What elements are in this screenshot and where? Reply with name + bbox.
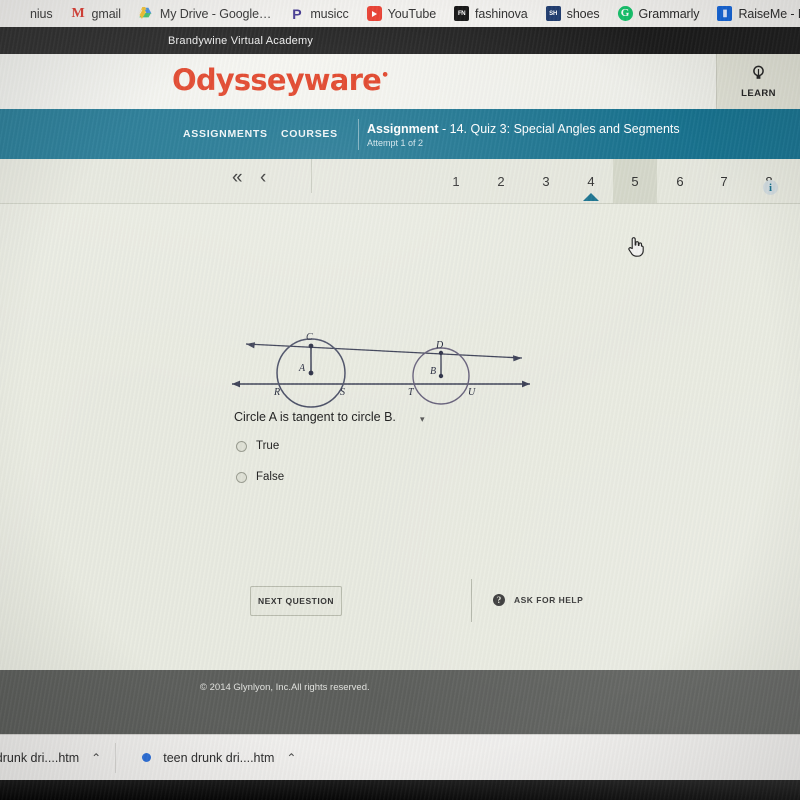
bookmark-label: fashinova bbox=[475, 6, 528, 21]
download-filename: teen drunk dri....htm bbox=[0, 750, 80, 765]
radio-button-false[interactable] bbox=[236, 471, 247, 483]
google-drive-icon bbox=[139, 6, 154, 21]
bookmark-label: Grammarly bbox=[638, 6, 700, 21]
pager-divider bbox=[311, 159, 312, 193]
radio-button-true[interactable] bbox=[236, 440, 247, 452]
youtube-icon bbox=[366, 6, 382, 21]
main-navbar: ASSIGNMENTS COURSES Assignment - 14. Qui… bbox=[0, 109, 800, 159]
pandora-icon: P bbox=[292, 6, 302, 21]
browser-bookmarks-bar: nius M gmail My Drive - Google… P musicc bbox=[0, 0, 800, 27]
attempt-label: Attempt 1 of 2 bbox=[367, 138, 424, 148]
answer-option-label: True bbox=[256, 440, 280, 452]
next-question-button[interactable]: NEXT QUESTION bbox=[250, 586, 342, 616]
pager-prev-button[interactable]: ‹ bbox=[260, 168, 266, 187]
photo-of-screen: nius M gmail My Drive - Google… P musicc bbox=[0, 0, 800, 800]
tab-courses[interactable]: COURSES bbox=[281, 128, 338, 140]
pager-current-marker bbox=[583, 193, 599, 201]
bookmark-item-nius[interactable]: nius bbox=[0, 0, 62, 27]
pager-page-7[interactable]: 7 bbox=[702, 159, 746, 203]
bookmark-label: nius bbox=[30, 6, 53, 21]
pager-page-2[interactable]: 2 bbox=[479, 159, 523, 203]
bookmark-label: YouTube bbox=[387, 6, 437, 21]
brand-header: Odysseyware• LEARN bbox=[0, 54, 800, 109]
school-banner: Brandywine Virtual Academy bbox=[0, 27, 800, 54]
download-status-dot bbox=[142, 753, 152, 762]
question-body: C D A B R S T U Circle A is tangent to c… bbox=[0, 204, 800, 670]
web-page: Brandywine Virtual Academy Odysseyware• … bbox=[0, 27, 800, 734]
fashionnova-icon: FN bbox=[454, 6, 470, 21]
generic-icon bbox=[9, 6, 24, 21]
page-footer: © 2014 Glynlyon, Inc.All rights reserved… bbox=[0, 670, 800, 734]
download-item[interactable]: teen drunk dri....htm ⌃ bbox=[116, 735, 310, 781]
answer-option-true[interactable]: True bbox=[236, 440, 279, 452]
ask-for-help-label: ASK FOR HELP bbox=[514, 595, 584, 605]
pager-first-button[interactable]: « bbox=[232, 168, 243, 187]
chevron-down-icon: ▾ bbox=[420, 414, 425, 424]
svg-text:D: D bbox=[435, 340, 444, 351]
school-name: Brandywine Virtual Academy bbox=[168, 34, 314, 47]
question-prompt: Circle A is tangent to circle B. bbox=[234, 410, 396, 424]
svg-text:B: B bbox=[430, 366, 436, 377]
action-row-divider bbox=[471, 579, 472, 622]
learn-button[interactable]: LEARN bbox=[716, 54, 800, 109]
assignment-prefix: Assignment bbox=[367, 122, 439, 136]
logo-text: Odysseyware bbox=[172, 63, 382, 97]
copyright-text: © 2014 Glynlyon, Inc.All rights reserved… bbox=[200, 682, 370, 693]
bookmark-item-my-drive[interactable]: My Drive - Google… bbox=[130, 0, 280, 27]
ask-for-help-button[interactable]: ? ASK FOR HELP bbox=[493, 594, 583, 606]
raiseme-icon: ▮ bbox=[717, 6, 733, 21]
pager-page-5[interactable]: 5 bbox=[613, 159, 657, 203]
pager-page-1[interactable]: 1 bbox=[434, 159, 478, 203]
answer-option-label: False bbox=[256, 471, 285, 483]
bookmark-label: musicc bbox=[310, 6, 349, 21]
bookmark-label: RaiseMe - Bl bbox=[738, 6, 800, 21]
download-filename: teen drunk dri....htm bbox=[163, 750, 275, 765]
geometry-diagram: C D A B R S T U bbox=[228, 326, 538, 411]
download-item[interactable]: teen drunk dri....htm ⌃ bbox=[0, 735, 115, 781]
logo-registered-mark: • bbox=[380, 68, 389, 84]
navbar-divider bbox=[358, 119, 359, 150]
assignment-name: - 14. Quiz 3: Special Angles and Segment… bbox=[438, 122, 680, 136]
bookmark-item-shoes[interactable]: SH shoes bbox=[537, 0, 609, 27]
bookmark-label: shoes bbox=[566, 6, 600, 21]
bookmark-item-raiseme[interactable]: ▮ RaiseMe - Bl bbox=[708, 0, 800, 27]
pager-page-6[interactable]: 6 bbox=[658, 159, 702, 203]
info-icon[interactable]: i bbox=[763, 180, 778, 195]
question-pager: « ‹ 1 2 3 4 5 6 7 8 bbox=[0, 159, 800, 204]
chevron-up-icon[interactable]: ⌃ bbox=[91, 751, 101, 765]
odysseyware-logo[interactable]: Odysseyware• bbox=[172, 63, 389, 97]
learn-button-label: LEARN bbox=[741, 87, 776, 99]
pager-page-3[interactable]: 3 bbox=[524, 159, 568, 203]
lightbulb-icon bbox=[752, 65, 765, 85]
bookmark-item-gmail[interactable]: M gmail bbox=[62, 0, 130, 27]
svg-text:A: A bbox=[298, 363, 306, 374]
bookmark-label: gmail bbox=[91, 6, 121, 21]
gmail-icon: M bbox=[71, 6, 85, 21]
bookmark-item-youtube[interactable]: YouTube bbox=[358, 0, 445, 27]
svg-text:C: C bbox=[306, 332, 313, 343]
tab-assignments[interactable]: ASSIGNMENTS bbox=[183, 128, 268, 140]
bookmark-label: My Drive - Google… bbox=[159, 6, 272, 21]
bookmark-item-grammarly[interactable]: G Grammarly bbox=[609, 0, 709, 27]
chevron-up-icon[interactable]: ⌃ bbox=[286, 751, 296, 765]
svg-text:S: S bbox=[340, 387, 345, 398]
shoes-icon: SH bbox=[545, 6, 561, 21]
browser-download-bar: teen drunk dri....htm ⌃ teen drunk dri..… bbox=[0, 734, 800, 780]
bookmark-item-fashinova[interactable]: FN fashinova bbox=[445, 0, 537, 27]
bookmark-item-musicc[interactable]: P musicc bbox=[280, 0, 357, 27]
monitor-bezel bbox=[0, 780, 800, 800]
assignment-title: Assignment - 14. Quiz 3: Special Angles … bbox=[367, 122, 680, 136]
svg-text:T: T bbox=[408, 387, 415, 398]
grammarly-icon: G bbox=[617, 6, 633, 21]
answer-option-false[interactable]: False bbox=[236, 471, 284, 483]
question-mark-icon: ? bbox=[493, 594, 505, 606]
svg-text:R: R bbox=[273, 387, 280, 398]
svg-text:U: U bbox=[468, 387, 476, 398]
